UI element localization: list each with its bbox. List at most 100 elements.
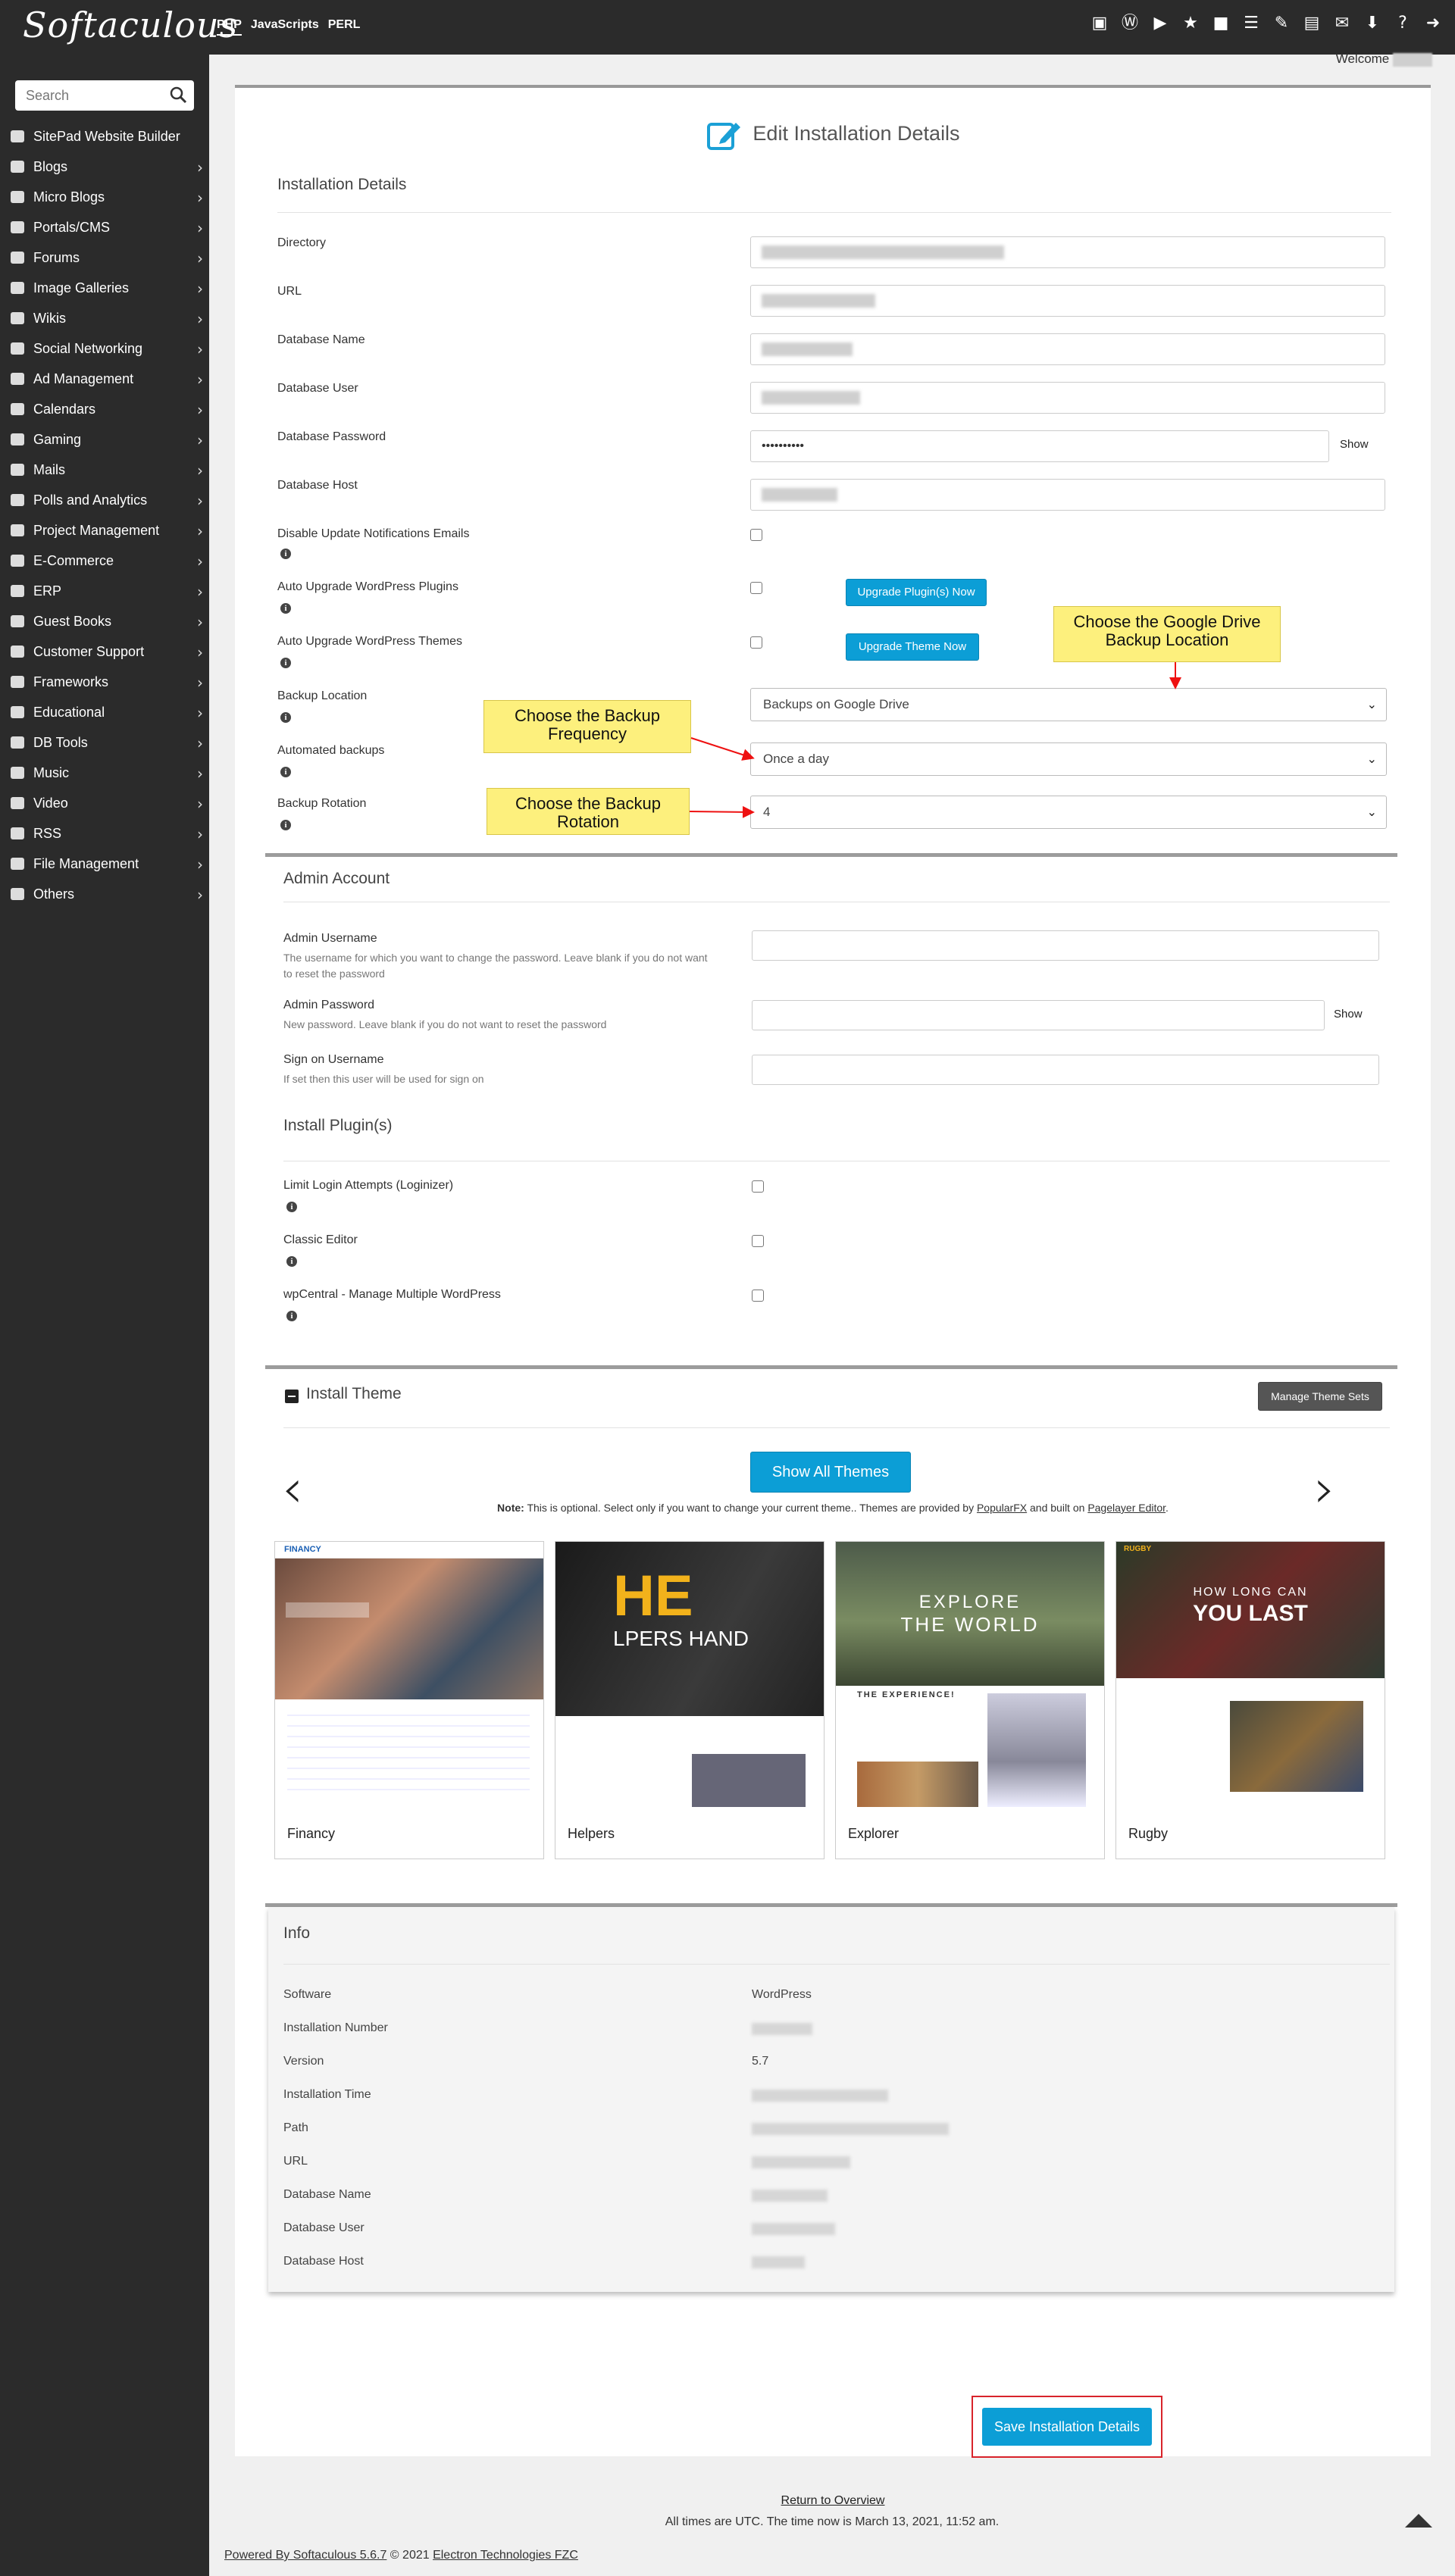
database-host-field[interactable] bbox=[750, 479, 1385, 511]
ratings-icon[interactable]: ★ bbox=[1181, 14, 1200, 33]
chevron-right-icon: › bbox=[197, 552, 203, 571]
installations-icon[interactable]: ▣ bbox=[1090, 14, 1109, 33]
chevron-right-icon: › bbox=[197, 522, 203, 540]
sidebar-item-customer-support[interactable]: Customer Support › bbox=[0, 636, 209, 667]
disable-notifications-checkbox[interactable] bbox=[750, 529, 762, 541]
edit-icon bbox=[707, 123, 741, 150]
sidebar-item-label: Blogs bbox=[33, 158, 68, 174]
tab-perl[interactable]: PERL bbox=[328, 18, 361, 36]
sidebar-item-video[interactable]: Video › bbox=[0, 788, 209, 818]
pagelayer-link[interactable]: Pagelayer Editor bbox=[1087, 1502, 1166, 1514]
wordpress-icon[interactable]: Ⓦ bbox=[1120, 14, 1140, 33]
upgrade-theme-button[interactable]: Upgrade Theme Now bbox=[846, 633, 979, 661]
sidebar-item-e-commerce[interactable]: E-Commerce › bbox=[0, 546, 209, 576]
database-name-field[interactable] bbox=[750, 333, 1385, 365]
database-user-field[interactable] bbox=[750, 382, 1385, 414]
sidebar-item-label: Calendars bbox=[33, 401, 96, 417]
sidebar-item-gaming[interactable]: Gaming › bbox=[0, 424, 209, 455]
sidebar-item-label: Image Galleries bbox=[33, 280, 130, 295]
top-bar: Softaculous PHP JavaScripts PERL ▣ Ⓦ ▶ ★… bbox=[0, 0, 1455, 55]
download-icon[interactable]: ⬇ bbox=[1363, 14, 1382, 33]
tab-php[interactable]: PHP bbox=[217, 18, 242, 36]
info-value: 5.7 bbox=[752, 2055, 769, 2068]
backup-location-select[interactable]: Backups on Google Drive ⌄ bbox=[750, 688, 1387, 721]
show-password-toggle[interactable]: Show bbox=[1340, 438, 1369, 451]
sidebar-item-polls-and-analytics[interactable]: Polls and Analytics › bbox=[0, 485, 209, 515]
chevron-down-icon: ⌄ bbox=[1366, 697, 1377, 711]
help-icon[interactable]: ? bbox=[1393, 14, 1413, 33]
plugin-classic-editor-checkbox[interactable] bbox=[752, 1235, 764, 1247]
sidebar-item-portals-cms[interactable]: Portals/CMS › bbox=[0, 212, 209, 242]
sidebar-item-music[interactable]: Music › bbox=[0, 758, 209, 788]
theme-card-rugby[interactable]: RUGBY HOW LONG CAN YOU LAST Rugby bbox=[1116, 1541, 1385, 1859]
sidebar-item-file-management[interactable]: File Management › bbox=[0, 849, 209, 879]
signon-username-label: Sign on Username bbox=[283, 1053, 384, 1066]
softaculous-link[interactable]: Powered By Softaculous 5.6.7 bbox=[224, 2549, 386, 2562]
backup-rotation-select[interactable]: 4 ⌄ bbox=[750, 796, 1387, 829]
backup-icon[interactable]: ▤ bbox=[1302, 14, 1322, 33]
url-field[interactable] bbox=[750, 285, 1385, 317]
rss-icon bbox=[9, 825, 26, 842]
auto-upgrade-themes-checkbox[interactable] bbox=[750, 636, 762, 649]
info-icon: i bbox=[280, 549, 291, 559]
collapse-icon[interactable] bbox=[285, 1390, 299, 1403]
softaculous-logo[interactable]: Softaculous bbox=[23, 5, 238, 45]
manage-theme-sets-button[interactable]: Manage Theme Sets bbox=[1258, 1382, 1382, 1411]
list-icon[interactable]: ☰ bbox=[1241, 14, 1261, 33]
admin-password-input[interactable] bbox=[752, 1000, 1325, 1030]
automated-backups-select[interactable]: Once a day ⌄ bbox=[750, 742, 1387, 776]
upgrade-plugins-button[interactable]: Upgrade Plugin(s) Now bbox=[846, 579, 987, 606]
show-all-themes-button[interactable]: Show All Themes bbox=[750, 1452, 911, 1493]
sidebar-item-image-galleries[interactable]: Image Galleries › bbox=[0, 273, 209, 303]
directory-field[interactable] bbox=[750, 236, 1385, 268]
sidebar-item-db-tools[interactable]: DB Tools › bbox=[0, 727, 209, 758]
admin-username-input[interactable] bbox=[752, 930, 1379, 961]
sidebar-item-sitepad-website-builder[interactable]: SitePad Website Builder bbox=[0, 121, 209, 152]
database-password-field[interactable]: •••••••••• bbox=[750, 430, 1329, 462]
email-icon[interactable]: ✉ bbox=[1332, 14, 1352, 33]
company-link[interactable]: Electron Technologies FZC bbox=[433, 2549, 578, 2562]
settings-icon[interactable]: ✎ bbox=[1272, 14, 1291, 33]
auto-upgrade-plugins-checkbox[interactable] bbox=[750, 582, 762, 594]
sidebar-item-blogs[interactable]: Blogs › bbox=[0, 152, 209, 182]
sidebar-item-guest-books[interactable]: Guest Books › bbox=[0, 606, 209, 636]
category-nav: SitePad Website Builder Blogs › Micro Blogs… bbox=[0, 121, 209, 909]
demo-icon[interactable]: ▶ bbox=[1150, 14, 1170, 33]
theme-card-explorer[interactable]: EXPLORE THE WORLD THE EXPERIENCE! Explor… bbox=[835, 1541, 1105, 1859]
info-key: Software bbox=[283, 1988, 332, 2001]
sidebar-item-rss[interactable]: RSS › bbox=[0, 818, 209, 849]
plugin-loginizer-checkbox[interactable] bbox=[752, 1180, 764, 1193]
scroll-to-top-icon[interactable] bbox=[1405, 2514, 1432, 2528]
sidebar-item-micro-blogs[interactable]: Micro Blogs › bbox=[0, 182, 209, 212]
sidebar-item-educational[interactable]: Educational › bbox=[0, 697, 209, 727]
show-admin-password-toggle[interactable]: Show bbox=[1334, 1008, 1363, 1021]
sidebar-item-project-management[interactable]: Project Management › bbox=[0, 515, 209, 546]
sidebar-item-calendars[interactable]: Calendars › bbox=[0, 394, 209, 424]
sidebar-item-forums[interactable]: Forums › bbox=[0, 242, 209, 273]
sidebar-item-label: File Management bbox=[33, 855, 139, 871]
sidebar-item-frameworks[interactable]: Frameworks › bbox=[0, 667, 209, 697]
theme-card-helpers[interactable]: HE LPERS HAND Helpers bbox=[555, 1541, 824, 1859]
sidebar-item-others[interactable]: Others › bbox=[0, 879, 209, 909]
sidebar-item-erp[interactable]: ERP › bbox=[0, 576, 209, 606]
music-icon bbox=[9, 764, 26, 781]
sidebar-item-ad-management[interactable]: Ad Management › bbox=[0, 364, 209, 394]
sidebar-item-social-networking[interactable]: Social Networking › bbox=[0, 333, 209, 364]
theme-card-financy[interactable]: FINANCY Financy bbox=[274, 1541, 544, 1859]
search-input[interactable] bbox=[15, 80, 159, 111]
signon-username-input[interactable] bbox=[752, 1055, 1379, 1085]
installation-details-heading: Installation Details bbox=[277, 176, 407, 193]
info-icon: i bbox=[286, 1202, 297, 1212]
tasks-icon[interactable]: ■ bbox=[1211, 14, 1231, 33]
info-key: Installation Time bbox=[283, 2088, 371, 2101]
popularfx-link[interactable]: PopularFX bbox=[977, 1502, 1027, 1514]
sidebar-item-mails[interactable]: Mails › bbox=[0, 455, 209, 485]
search-icon[interactable] bbox=[168, 85, 188, 105]
tab-javascripts[interactable]: JavaScripts bbox=[251, 18, 319, 36]
save-installation-details-button[interactable]: Save Installation Details bbox=[982, 2408, 1152, 2446]
plugin-wpcentral-checkbox[interactable] bbox=[752, 1290, 764, 1302]
logout-icon[interactable]: ➜ bbox=[1423, 14, 1443, 33]
divider bbox=[277, 212, 1391, 213]
return-to-overview-link[interactable]: Return to Overview bbox=[235, 2494, 1431, 2508]
sidebar-item-wikis[interactable]: Wikis › bbox=[0, 303, 209, 333]
